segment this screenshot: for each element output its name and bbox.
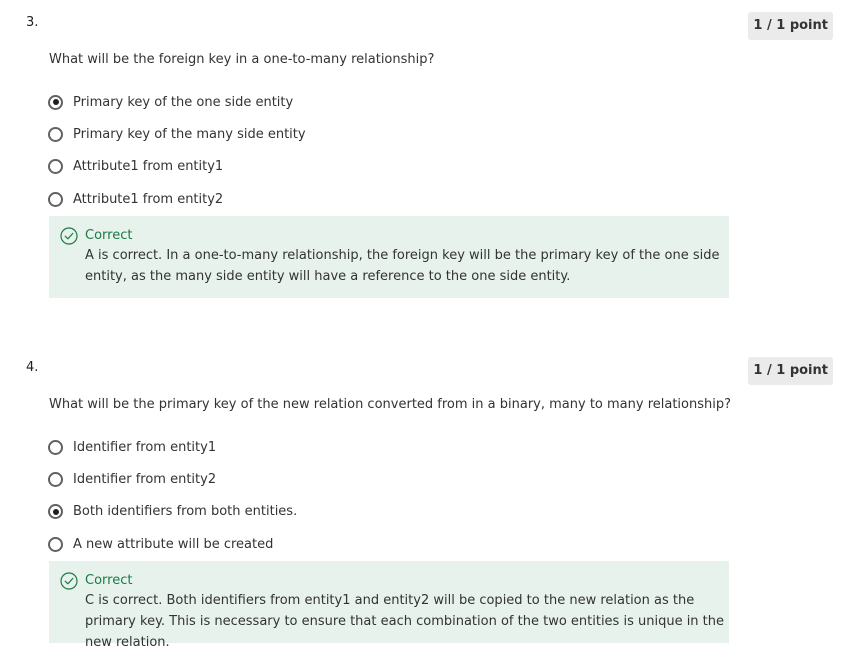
points-badge: 1 / 1 point (748, 357, 833, 385)
feedback-title: Correct (85, 573, 133, 588)
answer-option-d[interactable]: A new attribute will be created (48, 528, 297, 560)
question-number: 3. (26, 15, 39, 30)
question-text: What will be the primary key of the new … (49, 397, 732, 412)
radio-button-selected[interactable] (48, 504, 63, 520)
radio-button-selected[interactable] (48, 94, 63, 110)
answer-option-c[interactable]: Both identifiers from both entities. (48, 496, 297, 528)
radio-button[interactable] (48, 536, 63, 552)
check-circle-icon (60, 572, 78, 590)
option-label: Identifier from entity2 (73, 472, 217, 488)
answer-option-d[interactable]: Attribute1 from entity2 (48, 183, 306, 215)
feedback-text: A is correct. In a one-to-many relations… (85, 248, 720, 284)
option-label: Attribute1 from entity1 (73, 159, 224, 175)
answer-options: Identifier from entity1 Identifier from … (48, 431, 297, 561)
feedback-text: C is correct. Both identifiers from enti… (85, 593, 725, 650)
answer-option-c[interactable]: Attribute1 from entity1 (48, 151, 306, 183)
check-circle-icon (60, 227, 78, 245)
option-label: Primary key of the many side entity (73, 127, 306, 143)
option-label: Primary key of the one side entity (73, 94, 294, 110)
option-label: A new attribute will be created (73, 536, 274, 552)
answer-option-b[interactable]: Primary key of the many side entity (48, 118, 306, 150)
feedback-title: Correct (85, 228, 133, 243)
radio-button[interactable] (48, 191, 63, 207)
answer-option-a[interactable]: Primary key of the one side entity (48, 86, 306, 118)
option-label: Identifier from entity1 (73, 439, 217, 455)
radio-button[interactable] (48, 472, 63, 488)
question-number: 4. (26, 360, 39, 375)
points-badge: 1 / 1 point (748, 12, 833, 40)
feedback-panel: Correct A is correct. In a one-to-many r… (49, 216, 729, 298)
feedback-panel: Correct C is correct. Both identifiers f… (49, 561, 729, 650)
radio-button[interactable] (48, 439, 63, 455)
question-text: What will be the foreign key in a one-to… (49, 52, 435, 67)
answer-option-b[interactable]: Identifier from entity2 (48, 463, 297, 495)
option-label: Both identifiers from both entities. (73, 504, 298, 520)
answer-options: Primary key of the one side entity Prima… (48, 86, 306, 216)
radio-button[interactable] (48, 127, 63, 143)
answer-option-a[interactable]: Identifier from entity1 (48, 431, 297, 463)
option-label: Attribute1 from entity2 (73, 191, 224, 207)
radio-button[interactable] (48, 159, 63, 175)
